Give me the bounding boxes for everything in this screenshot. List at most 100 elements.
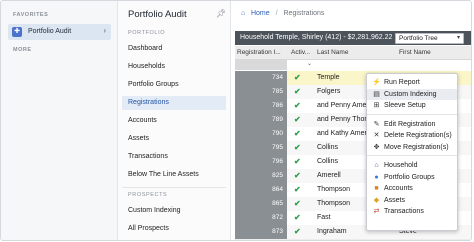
menu-item-label: Edit Registration — [384, 120, 436, 128]
nav-item-dashboard[interactable]: Dashboard — [122, 42, 226, 56]
filter-chevron-icon[interactable]: ⌄ — [307, 60, 312, 67]
last-name-cell: Collins — [317, 144, 339, 151]
active-cell: ✔ — [291, 114, 305, 126]
group-icon: ● — [374, 173, 379, 181]
nav-title: Portfolio Audit — [128, 9, 187, 20]
menu-item-transactions[interactable]: ⇄ Transactions — [367, 206, 457, 217]
column-active[interactable]: Activ... — [291, 49, 310, 56]
registration-id-cell: 734 — [235, 71, 287, 85]
portfolio-audit-icon: ✚ — [12, 27, 22, 37]
registration-id-cell: 872 — [235, 211, 287, 225]
menu-item-label: Run Report — [384, 79, 420, 86]
check-icon: ✔ — [294, 227, 301, 236]
breadcrumb: ⌂ Home / Registrations — [241, 10, 324, 17]
chevron-down-icon: ▾ — [456, 35, 460, 41]
sliders-icon: ▤ — [373, 90, 380, 98]
briefcase-icon: ■ — [374, 185, 379, 192]
last-name-cell: Thompson — [317, 200, 351, 207]
nav-item-registrations[interactable]: Registrations — [122, 96, 226, 110]
check-icon: ✔ — [294, 73, 301, 82]
registration-id-cell: 825 — [235, 169, 287, 183]
menu-item-accounts[interactable]: ■ Accounts — [367, 183, 457, 194]
active-cell: ✔ — [291, 184, 305, 196]
check-icon: ✔ — [294, 129, 301, 138]
menu-item-household[interactable]: ⌂ Household — [367, 160, 457, 171]
nav-item-transactions[interactable]: Transactions — [122, 150, 226, 164]
last-name-cell: Thompson — [317, 186, 351, 193]
menu-item-sleeve-setup[interactable]: ⊞ Sleeve Setup — [367, 100, 457, 111]
check-icon: ✔ — [294, 213, 301, 222]
exchange-icon: ⇄ — [373, 208, 380, 215]
menu-item-assets[interactable]: ◆ Assets — [367, 195, 457, 206]
registration-id-cell: 796 — [235, 155, 287, 169]
favorites-label: FAVORITES — [13, 12, 49, 18]
tag-icon: ◆ — [373, 196, 380, 204]
active-cell: ✔ — [291, 142, 305, 154]
table-header: Registration I... Activ... Last Name Fir… — [235, 46, 471, 60]
sitemap-icon: ⊞ — [373, 102, 380, 109]
registration-id-cell: 786 — [235, 99, 287, 113]
last-name-cell: Collins — [317, 158, 339, 165]
section-portfolio-label: PORTFOLIO — [128, 30, 166, 36]
nav-item-custom-indexing[interactable]: Custom Indexing — [122, 204, 226, 218]
move-icon: ✥ — [373, 143, 380, 151]
menu-item-label: Move Registration(s) — [384, 143, 449, 151]
nav-item-all-prospects[interactable]: All Prospects — [122, 222, 226, 236]
last-name-cell: Amerell — [317, 172, 341, 179]
column-registration-id[interactable]: Registration I... — [237, 49, 281, 56]
active-cell: ✔ — [291, 128, 305, 140]
nav-item-assets[interactable]: Assets — [122, 132, 226, 146]
more-label[interactable]: MORE — [13, 47, 32, 53]
nav-item-portfolio-groups[interactable]: Portfolio Groups — [122, 78, 226, 92]
last-name-cell: Ingraham — [317, 228, 347, 235]
active-cell: ✔ — [291, 226, 305, 238]
breadcrumb-home[interactable]: Home — [251, 10, 270, 17]
filter-cell[interactable] — [235, 60, 287, 70]
pin-icon[interactable]: 📌︎ — [216, 9, 226, 18]
menu-item-label: Sleeve Setup — [384, 102, 426, 109]
active-cell: ✔ — [291, 170, 305, 182]
section-prospects-label: PROSPECTS — [128, 192, 168, 198]
nav-item-accounts[interactable]: Accounts — [122, 114, 226, 128]
active-cell: ✔ — [291, 100, 305, 112]
active-cell: ✔ — [291, 198, 305, 210]
registration-id-cell: 865 — [235, 197, 287, 211]
section-nav: Portfolio Audit 📌︎ PORTFOLIO Dashboard H… — [118, 1, 231, 240]
favorite-label: Portfolio Audit — [28, 28, 72, 35]
nav-item-below-the-line-assets[interactable]: Below The Line Assets — [122, 168, 226, 182]
menu-item-label: Delete Registration(s) — [384, 132, 452, 139]
view-select[interactable]: Portfolio Tree ▾ — [395, 33, 464, 44]
favorites-sidebar: FAVORITES ✚ Portfolio Audit › MORE — [1, 1, 118, 240]
menu-item-portfolio-groups[interactable]: ● Portfolio Groups — [367, 172, 457, 183]
check-icon: ✔ — [294, 185, 301, 194]
menu-item-delete-registration-s[interactable]: ✕ Delete Registration(s) — [367, 130, 457, 141]
nav-divider — [122, 187, 226, 188]
check-icon: ✔ — [294, 171, 301, 180]
active-cell: ✔ — [291, 156, 305, 168]
last-name-cell: and Penny Amer — [317, 102, 369, 109]
check-icon: ✔ — [294, 157, 301, 166]
registration-id-cell: 789 — [235, 113, 287, 127]
home-icon[interactable]: ⌂ — [241, 10, 249, 17]
nav-item-households[interactable]: Households — [122, 60, 226, 74]
menu-item-edit-registration[interactable]: ✎ Edit Registration — [367, 119, 457, 130]
menu-item-run-report[interactable]: ⚡ Run Report — [367, 77, 457, 88]
registration-id-cell: 790 — [235, 127, 287, 141]
check-icon: ✔ — [294, 101, 301, 110]
check-icon: ✔ — [294, 143, 301, 152]
favorite-portfolio-audit[interactable]: ✚ Portfolio Audit › — [8, 24, 111, 40]
breadcrumb-separator: / — [275, 10, 278, 17]
house-icon: ⌂ — [374, 162, 379, 169]
column-first-name[interactable]: First Name — [399, 49, 431, 56]
menu-item-move-registration-s[interactable]: ✥ Move Registration(s) — [367, 142, 457, 153]
delete-icon: ✕ — [373, 132, 380, 139]
edit-icon: ✎ — [373, 120, 380, 128]
menu-item-label: Accounts — [384, 185, 413, 192]
menu-item-custom-indexing[interactable]: ▤ Custom Indexing — [367, 88, 457, 100]
menu-item-label: Custom Indexing — [384, 90, 437, 98]
column-last-name[interactable]: Last Name — [317, 49, 348, 56]
breadcrumb-current: Registrations — [283, 10, 325, 17]
last-name-cell: and Penny Thon — [317, 116, 369, 123]
menu-item-label: Household — [384, 162, 418, 169]
household-header: Household Temple, Shirley (412) - $2,281… — [235, 31, 471, 45]
